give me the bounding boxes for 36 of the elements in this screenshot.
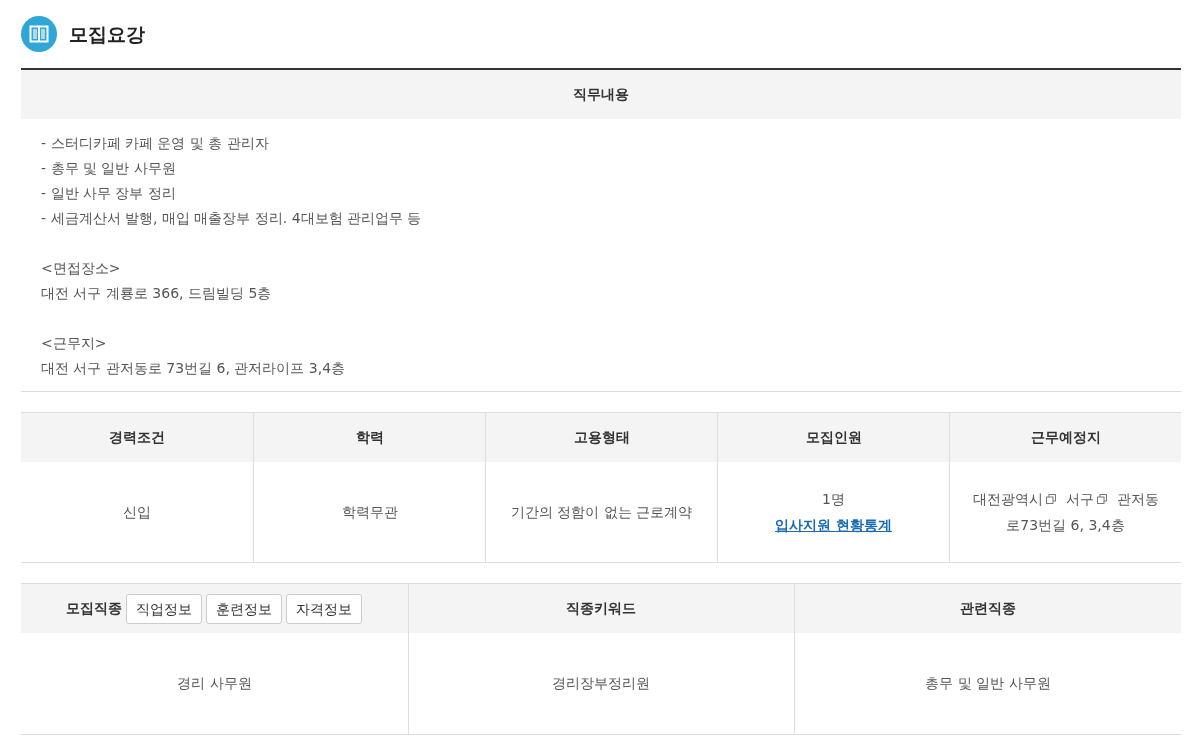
description-line: - 스터디카페 카페 운영 및 총 관리자 (41, 134, 269, 153)
table-header: 고용형태 (485, 413, 717, 462)
popup-icon[interactable] (1096, 494, 1107, 504)
table-header: 모집직종 (66, 599, 123, 618)
info-button[interactable]: 자격정보 (286, 593, 363, 624)
table-cell-text: 학력무관 (341, 503, 398, 522)
description-line: - 일반 사무 장부 정리 (41, 184, 176, 203)
location-text: 로73번길 6, 3,4층 (1006, 516, 1125, 535)
location-text: 관저동 (1116, 490, 1159, 509)
table-cell-text: 경리 사무원 (177, 674, 252, 693)
stats-link[interactable]: 입사지원 현황통계 (775, 512, 892, 538)
table-header: 직종키워드 (407, 584, 795, 633)
table-header: 모집인원 (717, 413, 949, 462)
table-cell-text: 총무 및 일반 사무원 (925, 674, 1051, 693)
description-line: <면접장소> (41, 259, 121, 278)
location-link[interactable]: 대전광역시 (972, 486, 1056, 512)
table-header: 학력 (253, 413, 485, 462)
location-link[interactable]: 서구 (1065, 486, 1107, 512)
table-header: 직무내용 (21, 70, 1181, 119)
description-line: <근무지> (41, 334, 107, 353)
book-icon (21, 16, 57, 52)
info-button[interactable]: 직업정보 (126, 593, 203, 624)
description-line: 대전 서구 계룡로 366, 드림빌딩 5층 (41, 284, 272, 303)
table-header: 경력조건 (21, 413, 253, 462)
table-header: 근무예정지 (949, 413, 1181, 462)
table-cell-text: 신입 (123, 503, 151, 522)
table-cell-text: 기간의 정함이 없는 근로계약 (510, 503, 693, 522)
description-line: - 총무 및 일반 사무원 (41, 159, 176, 178)
info-button[interactable]: 훈련정보 (206, 593, 283, 624)
popup-icon[interactable] (1045, 494, 1056, 504)
table-header: 관련직종 (794, 584, 1181, 633)
description-line: 대전 서구 관저동로 73번길 6, 관저라이프 3,4층 (41, 359, 346, 378)
description-line: - 세금계산서 발행, 매입 매출장부 정리. 4대보험 관리업무 등 (41, 209, 422, 228)
table-cell-text: 경리장부정리원 (552, 674, 651, 693)
section-title: 모집요강 (69, 21, 145, 47)
table-cell-text: 1명 (822, 490, 845, 509)
